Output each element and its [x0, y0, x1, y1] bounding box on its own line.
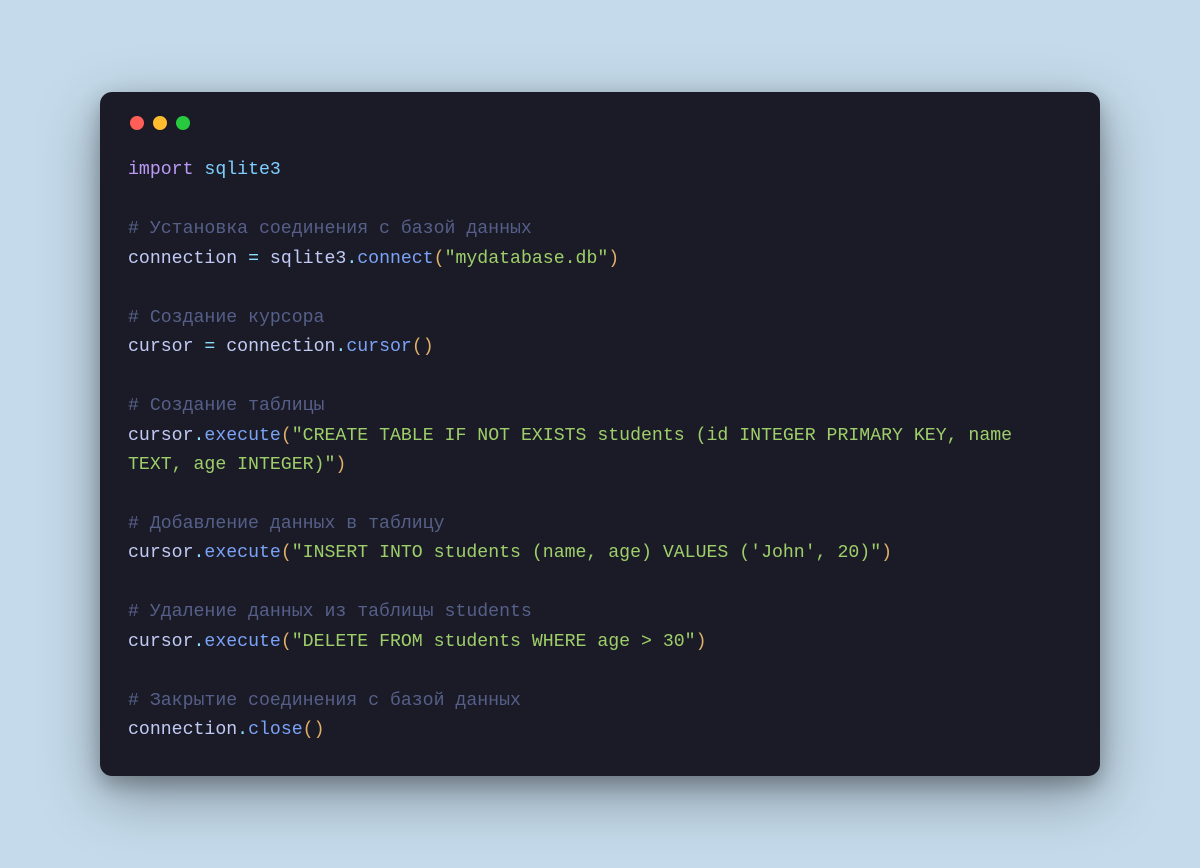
dot: . — [237, 720, 248, 740]
string-literal: "DELETE FROM students WHERE age > 30" — [292, 632, 696, 652]
code-comment: # Установка соединения с базой данных — [128, 219, 532, 239]
paren: ) — [335, 455, 346, 475]
code-comment: # Удаление данных из таблицы students — [128, 602, 532, 622]
keyword-import: import — [128, 160, 194, 180]
identifier: sqlite3 — [270, 249, 346, 269]
minimize-icon[interactable] — [153, 116, 167, 130]
paren: ) — [696, 632, 707, 652]
function-name: execute — [204, 543, 280, 563]
operator: = — [194, 337, 227, 357]
paren: ( — [281, 426, 292, 446]
function-name: execute — [204, 426, 280, 446]
dot: . — [194, 632, 205, 652]
code-window: import sqlite3 # Установка соединения с … — [100, 92, 1100, 776]
identifier: cursor — [128, 337, 194, 357]
window-titlebar — [128, 116, 1072, 130]
maximize-icon[interactable] — [176, 116, 190, 130]
paren: ( — [412, 337, 423, 357]
code-block: import sqlite3 # Установка соединения с … — [128, 156, 1072, 746]
paren: ( — [303, 720, 314, 740]
close-icon[interactable] — [130, 116, 144, 130]
code-comment: # Создание курсора — [128, 308, 324, 328]
function-name: execute — [204, 632, 280, 652]
paren: ( — [434, 249, 445, 269]
string-literal: "mydatabase.db" — [445, 249, 609, 269]
paren: ( — [281, 632, 292, 652]
paren: ) — [881, 543, 892, 563]
paren: ) — [608, 249, 619, 269]
dot: . — [346, 249, 357, 269]
identifier: cursor — [128, 426, 194, 446]
identifier: connection — [226, 337, 335, 357]
function-name: close — [248, 720, 303, 740]
identifier: cursor — [128, 543, 194, 563]
paren: ) — [423, 337, 434, 357]
dot: . — [194, 426, 205, 446]
function-name: connect — [357, 249, 433, 269]
function-name: cursor — [346, 337, 412, 357]
identifier: cursor — [128, 632, 194, 652]
identifier: connection — [128, 249, 237, 269]
paren: ) — [314, 720, 325, 740]
code-comment: # Добавление данных в таблицу — [128, 514, 445, 534]
dot: . — [194, 543, 205, 563]
code-comment: # Закрытие соединения с базой данных — [128, 691, 521, 711]
string-literal: "INSERT INTO students (name, age) VALUES… — [292, 543, 881, 563]
operator: = — [237, 249, 270, 269]
dot: . — [335, 337, 346, 357]
code-comment: # Создание таблицы — [128, 396, 324, 416]
module-name: sqlite3 — [204, 160, 280, 180]
paren: ( — [281, 543, 292, 563]
identifier: connection — [128, 720, 237, 740]
